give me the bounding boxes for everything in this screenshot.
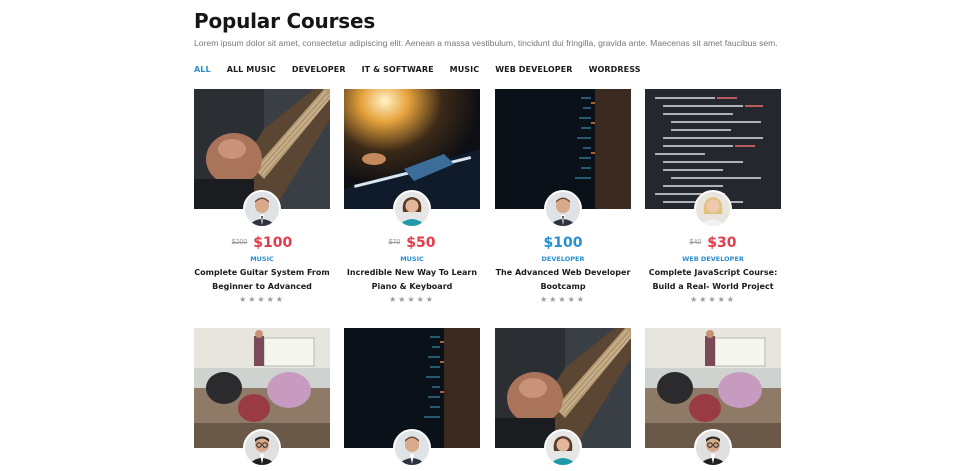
- rating-stars: ★★★★★: [389, 295, 435, 304]
- tab-it-software[interactable]: IT & SOFTWARE: [362, 65, 434, 74]
- tab-music[interactable]: MUSIC: [450, 65, 480, 74]
- tab-all-music[interactable]: ALL MUSIC: [227, 65, 276, 74]
- course-category[interactable]: WEB DEVELOPER: [645, 255, 781, 263]
- course-title[interactable]: Complete JavaScript Course: Build a Real…: [645, 266, 781, 294]
- current-price: $50: [406, 234, 436, 251]
- course-title[interactable]: Complete Guitar System From Beginner to …: [194, 266, 330, 294]
- price-block: $100: [495, 234, 631, 252]
- category-tabs: ALL ALL MUSIC DEVELOPER IT & SOFTWARE MU…: [194, 65, 657, 74]
- current-price: $30: [707, 234, 737, 251]
- tab-developer[interactable]: DEVELOPER: [292, 65, 346, 74]
- rating-stars: ★★★★★: [239, 295, 285, 304]
- price-block: $200 $100: [194, 234, 330, 252]
- instructor-avatar: [393, 190, 431, 228]
- section-subtitle: Lorem ipsum dolor sit amet, consectetur …: [194, 38, 778, 48]
- old-price: $40: [689, 239, 702, 247]
- course-title[interactable]: Incredible New Way To Learn Piano & Keyb…: [344, 266, 480, 294]
- tab-wordpress[interactable]: WORDRESS: [589, 65, 641, 74]
- instructor-avatar: [243, 190, 281, 228]
- course-category[interactable]: MUSIC: [344, 255, 480, 263]
- instructor-avatar: [243, 429, 281, 467]
- rating-stars: ★★★★★: [690, 295, 736, 304]
- current-price: $100: [543, 234, 583, 251]
- course-title[interactable]: The Advanced Web Developer Bootcamp: [495, 266, 631, 294]
- section-title: Popular Courses: [194, 9, 376, 33]
- instructor-avatar: [393, 429, 431, 467]
- tab-all[interactable]: ALL: [194, 65, 211, 74]
- tab-web-developer[interactable]: WEB DEVELOPER: [495, 65, 572, 74]
- price-block: $70 $50: [344, 234, 480, 252]
- instructor-avatar: [544, 190, 582, 228]
- course-category[interactable]: DEVELOPER: [495, 255, 631, 263]
- rating-stars: ★★★★★: [540, 295, 586, 304]
- instructor-avatar: [694, 429, 732, 467]
- instructor-avatar: [544, 429, 582, 467]
- instructor-avatar: [694, 190, 732, 228]
- current-price: $100: [253, 234, 293, 251]
- course-category[interactable]: MUSIC: [194, 255, 330, 263]
- old-price: $200: [231, 239, 248, 247]
- old-price: $70: [388, 239, 401, 247]
- price-block: $40 $30: [645, 234, 781, 252]
